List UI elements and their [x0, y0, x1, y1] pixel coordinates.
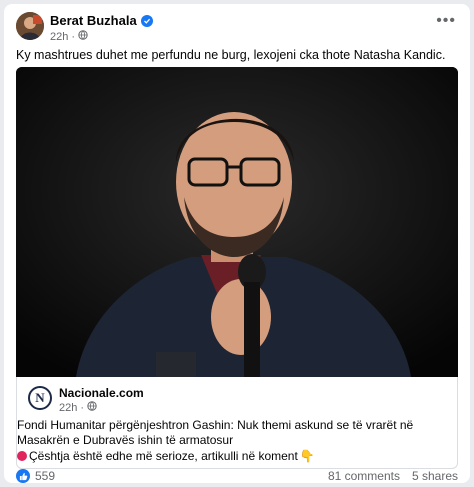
post-time[interactable]: 22h	[50, 31, 68, 43]
more-options-icon[interactable]: •••	[436, 13, 456, 29]
author-avatar[interactable]	[16, 12, 44, 40]
source-meta: 22h ·	[59, 401, 97, 414]
author-name-text[interactable]: Berat Buzhala	[50, 13, 137, 28]
red-circle-icon	[17, 451, 27, 461]
globe-icon[interactable]	[78, 30, 88, 43]
comments-count[interactable]: 81 comments	[328, 469, 400, 483]
post-meta: 22h ·	[50, 30, 88, 43]
like-icon	[16, 469, 30, 483]
author-name[interactable]: Berat Buzhala	[50, 13, 153, 28]
post-card: Berat Buzhala 22h · ••• Ky mashtrues duh…	[4, 4, 470, 483]
source-logo[interactable]: N	[28, 386, 52, 410]
link-subline: Çështja është edhe më serioze, artikulli…	[17, 449, 315, 463]
shares-count[interactable]: 5 shares	[412, 469, 458, 483]
reaction-count[interactable]: 559	[35, 469, 55, 483]
source-meta-separator: ·	[80, 401, 85, 414]
reactions-summary[interactable]: 559	[16, 469, 55, 483]
source-name[interactable]: Nacionale.com	[59, 386, 144, 400]
post-caption: Ky mashtrues duhet me perfundu ne burg, …	[16, 48, 446, 62]
link-subline-text: Çështja është edhe më serioze, artikulli…	[29, 449, 298, 463]
post-footer: 559 81 comments 5 shares	[16, 469, 458, 483]
engagement-counts: 81 comments 5 shares	[328, 469, 458, 483]
globe-icon[interactable]	[87, 401, 97, 414]
pointing-down-icon: 👇	[299, 449, 315, 463]
meta-separator: ·	[71, 30, 76, 43]
post-image[interactable]	[16, 67, 458, 377]
source-time[interactable]: 22h	[59, 402, 77, 414]
verified-badge-icon	[140, 14, 153, 27]
link-headline[interactable]: Fondi Humanitar përgënjeshtron Gashin: N…	[17, 418, 455, 448]
link-preview[interactable]: N Nacionale.com 22h · Fondi Humanitar pë…	[16, 377, 458, 469]
